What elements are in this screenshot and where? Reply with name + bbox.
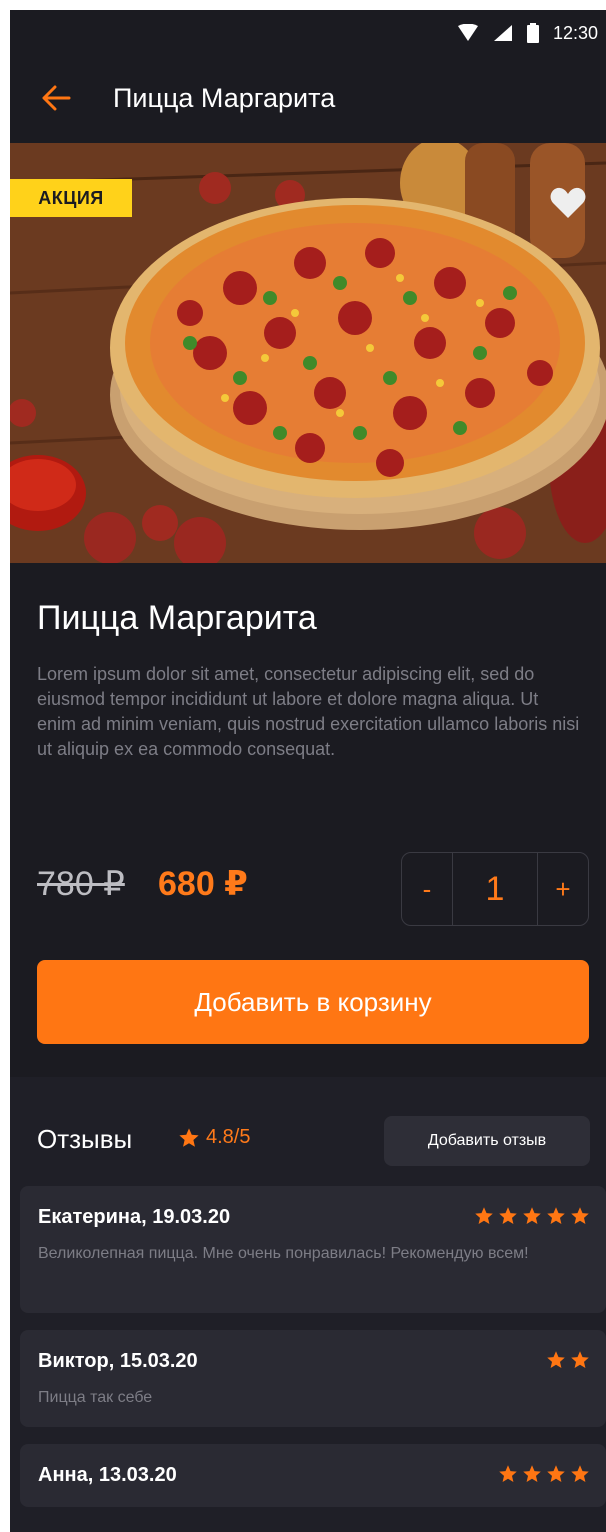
star-icon bbox=[523, 1465, 541, 1482]
review-text: Пицца так себе bbox=[38, 1389, 153, 1406]
star-icon bbox=[571, 1207, 589, 1224]
reviews-section: Отзывы 4.8/5 Добавить отзыв Екатерина, 1… bbox=[10, 1077, 606, 1532]
star-icon bbox=[547, 1207, 565, 1224]
back-arrow-icon bbox=[42, 85, 71, 111]
signal-icon bbox=[493, 25, 512, 41]
review-card: Виктор, 15.03.20 Пицца так себе bbox=[20, 1330, 606, 1427]
status-time: 12:30 bbox=[552, 22, 598, 43]
reviews-title: Отзывы bbox=[37, 1124, 133, 1154]
review-stars bbox=[546, 1350, 590, 1370]
star-icon bbox=[499, 1465, 517, 1482]
overall-rating: 4.8/5 bbox=[178, 1126, 250, 1149]
review-card: Анна, 13.03.20 bbox=[20, 1444, 606, 1507]
new-price: 680 ₽ bbox=[158, 865, 248, 903]
product-description: Lorem ipsum dolor sit amet, consectetur … bbox=[37, 664, 580, 759]
star-icon bbox=[571, 1465, 589, 1482]
back-button[interactable] bbox=[38, 80, 74, 116]
product-image: АКЦИЯ bbox=[10, 143, 606, 563]
quantity-decrease-button[interactable]: - bbox=[402, 853, 452, 925]
review-stars bbox=[474, 1206, 590, 1226]
app-bar: Пицца Маргарита bbox=[10, 56, 606, 140]
star-icon bbox=[547, 1351, 565, 1368]
wifi-icon bbox=[457, 24, 478, 41]
promo-badge: АКЦИЯ bbox=[10, 179, 132, 217]
heart-icon bbox=[550, 187, 586, 218]
star-icon bbox=[523, 1207, 541, 1224]
product-title: Пицца Маргарита bbox=[37, 599, 317, 637]
review-text: Великолепная пицца. Мне очень понравилас… bbox=[38, 1245, 529, 1262]
favorite-button[interactable] bbox=[548, 183, 588, 223]
review-card: Екатерина, 19.03.20 Великолепная пицца. … bbox=[20, 1186, 606, 1313]
screen: 12:30 Пицца Маргарита АКЦИЯ Пицца Маргар… bbox=[10, 10, 606, 1532]
quantity-increase-button[interactable]: + bbox=[538, 853, 588, 925]
star-icon bbox=[571, 1351, 589, 1368]
old-price: 780 ₽ bbox=[37, 865, 125, 903]
add-review-button[interactable]: Добавить отзыв bbox=[384, 1116, 590, 1166]
quantity-value: 1 bbox=[452, 853, 538, 925]
status-bar: 12:30 bbox=[10, 10, 606, 56]
battery-icon bbox=[526, 23, 539, 43]
app-bar-title: Пицца Маргарита bbox=[113, 83, 336, 113]
star-icon bbox=[499, 1207, 517, 1224]
star-icon bbox=[547, 1465, 565, 1482]
review-author: Екатерина, 19.03.20 bbox=[38, 1206, 231, 1228]
rating-value: 4.8/5 bbox=[206, 1126, 251, 1148]
review-stars bbox=[498, 1464, 590, 1484]
review-author: Виктор, 15.03.20 bbox=[38, 1350, 198, 1372]
star-icon bbox=[475, 1207, 493, 1224]
quantity-stepper: - 1 + bbox=[401, 852, 589, 926]
review-author: Анна, 13.03.20 bbox=[38, 1464, 177, 1486]
star-icon bbox=[179, 1127, 199, 1147]
add-to-cart-button[interactable]: Добавить в корзину bbox=[37, 960, 589, 1044]
